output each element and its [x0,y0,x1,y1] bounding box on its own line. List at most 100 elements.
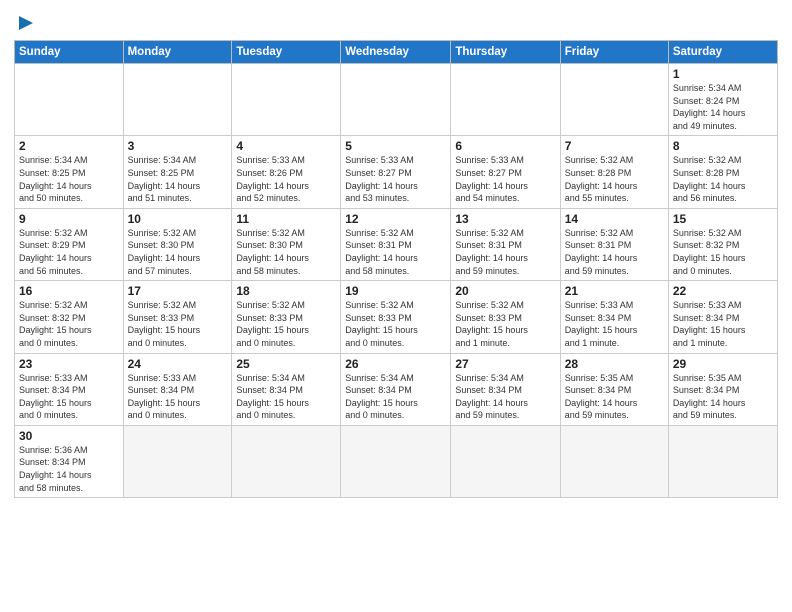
calendar-day-cell [341,425,451,497]
day-info-line: Daylight: 14 hours [128,252,228,265]
day-number: 8 [673,139,773,153]
day-info-line: Sunset: 8:27 PM [345,167,446,180]
day-info-line: Sunset: 8:31 PM [565,239,664,252]
day-info-line: Sunrise: 5:34 AM [673,82,773,95]
day-number: 1 [673,67,773,81]
day-info-line: Sunrise: 5:32 AM [128,227,228,240]
day-number: 26 [345,357,446,371]
day-info-line: Sunset: 8:25 PM [19,167,119,180]
day-info-line: Daylight: 14 hours [345,252,446,265]
day-info-line: Sunset: 8:31 PM [455,239,555,252]
day-info-line: Daylight: 14 hours [565,397,664,410]
calendar-day-cell [560,425,668,497]
day-info-line: Sunrise: 5:32 AM [236,227,336,240]
day-info-line: Daylight: 14 hours [673,180,773,193]
day-number: 11 [236,212,336,226]
day-info-line: Sunrise: 5:32 AM [673,227,773,240]
calendar-day-cell [232,425,341,497]
day-info-line: Daylight: 14 hours [19,180,119,193]
header [14,12,778,34]
calendar-day-cell: 2Sunrise: 5:34 AMSunset: 8:25 PMDaylight… [15,136,124,208]
calendar-day-cell [15,64,124,136]
calendar-day-cell: 19Sunrise: 5:32 AMSunset: 8:33 PMDayligh… [341,281,451,353]
day-info-line: and 50 minutes. [19,192,119,205]
day-info-line: Daylight: 15 hours [345,324,446,337]
day-info-line: Sunrise: 5:33 AM [455,154,555,167]
day-info-line: and 59 minutes. [565,265,664,278]
day-info-line: and 58 minutes. [19,482,119,495]
calendar-day-cell: 11Sunrise: 5:32 AMSunset: 8:30 PMDayligh… [232,208,341,280]
day-info-line: Sunset: 8:24 PM [673,95,773,108]
day-info-line: Daylight: 14 hours [565,180,664,193]
day-info-line: Sunset: 8:34 PM [673,384,773,397]
page: SundayMondayTuesdayWednesdayThursdayFrid… [0,0,792,612]
day-info-line: Daylight: 14 hours [19,469,119,482]
calendar-day-cell: 27Sunrise: 5:34 AMSunset: 8:34 PMDayligh… [451,353,560,425]
calendar-day-cell [668,425,777,497]
day-number: 25 [236,357,336,371]
day-number: 13 [455,212,555,226]
day-info-line: Sunset: 8:34 PM [565,312,664,325]
day-number: 24 [128,357,228,371]
day-info-line: Sunrise: 5:33 AM [345,154,446,167]
day-number: 15 [673,212,773,226]
day-info-line: Daylight: 14 hours [345,180,446,193]
day-info-line: Sunset: 8:29 PM [19,239,119,252]
day-info-line: Daylight: 15 hours [236,397,336,410]
day-info-line: and 55 minutes. [565,192,664,205]
day-number: 16 [19,284,119,298]
day-number: 5 [345,139,446,153]
day-info-line: and 0 minutes. [673,265,773,278]
calendar-day-cell: 26Sunrise: 5:34 AMSunset: 8:34 PMDayligh… [341,353,451,425]
day-info-line: and 53 minutes. [345,192,446,205]
day-info-line: Sunset: 8:34 PM [128,384,228,397]
day-info-line: Sunrise: 5:33 AM [19,372,119,385]
calendar-day-cell [341,64,451,136]
day-info-line: Sunset: 8:33 PM [236,312,336,325]
calendar-day-cell [560,64,668,136]
day-info-line: Sunset: 8:27 PM [455,167,555,180]
day-info-line: Sunrise: 5:32 AM [128,299,228,312]
calendar-week-row: 1Sunrise: 5:34 AMSunset: 8:24 PMDaylight… [15,64,778,136]
day-info-line: and 59 minutes. [455,409,555,422]
day-of-week-header: Thursday [451,41,560,64]
day-number: 21 [565,284,664,298]
day-of-week-header: Sunday [15,41,124,64]
day-number: 22 [673,284,773,298]
calendar-day-cell: 20Sunrise: 5:32 AMSunset: 8:33 PMDayligh… [451,281,560,353]
calendar-day-cell: 25Sunrise: 5:34 AMSunset: 8:34 PMDayligh… [232,353,341,425]
day-info-line: Sunset: 8:30 PM [128,239,228,252]
logo [14,12,37,34]
day-info-line: Daylight: 14 hours [455,397,555,410]
day-number: 28 [565,357,664,371]
calendar-day-cell: 9Sunrise: 5:32 AMSunset: 8:29 PMDaylight… [15,208,124,280]
day-info-line: and 0 minutes. [345,337,446,350]
day-number: 9 [19,212,119,226]
day-info-line: and 56 minutes. [673,192,773,205]
day-of-week-header: Tuesday [232,41,341,64]
day-info-line: and 0 minutes. [128,337,228,350]
day-number: 20 [455,284,555,298]
day-info-line: Sunset: 8:30 PM [236,239,336,252]
day-info-line: Daylight: 15 hours [128,324,228,337]
calendar-week-row: 9 Sunrise: 5:32 AM Sunset: 8:29 PM Daylight… [15,208,778,280]
day-info-line: Sunrise: 5:32 AM [345,227,446,240]
calendar-week-row: 23Sunrise: 5:33 AMSunset: 8:34 PMDayligh… [15,353,778,425]
day-info-line: and 58 minutes. [236,265,336,278]
calendar-day-cell: 12Sunrise: 5:32 AMSunset: 8:31 PMDayligh… [341,208,451,280]
day-info-line: Daylight: 14 hours [236,180,336,193]
day-info-line: Sunset: 8:34 PM [565,384,664,397]
day-info-line: and 0 minutes. [128,409,228,422]
day-info-line: Sunrise: 5:32 AM [565,227,664,240]
day-info-line: Sunset: 8:32 PM [673,239,773,252]
day-number: 23 [19,357,119,371]
day-info-line: and 0 minutes. [345,409,446,422]
day-info-line: and 59 minutes. [455,265,555,278]
day-info-line: Sunset: 8:28 PM [673,167,773,180]
day-info-line: Sunrise: 5:35 AM [565,372,664,385]
day-info-line: Daylight: 15 hours [19,324,119,337]
calendar-day-cell: 17Sunrise: 5:32 AMSunset: 8:33 PMDayligh… [123,281,232,353]
calendar-day-cell: 23Sunrise: 5:33 AMSunset: 8:34 PMDayligh… [15,353,124,425]
day-info-line: Sunrise: 5:33 AM [236,154,336,167]
day-info-line: Sunrise: 5:32 AM [565,154,664,167]
